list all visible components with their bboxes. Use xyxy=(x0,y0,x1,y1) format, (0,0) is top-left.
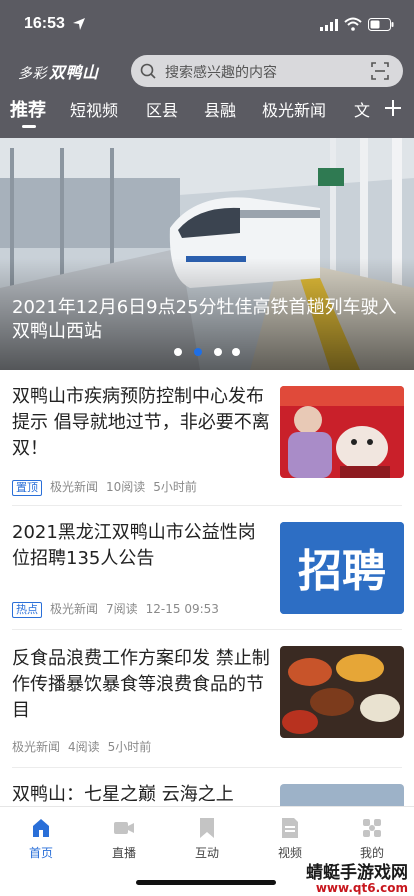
scan-icon[interactable] xyxy=(371,62,389,80)
news-thumbnail xyxy=(280,646,404,738)
carousel-dot[interactable] xyxy=(174,348,182,356)
nav-profile[interactable]: 我的 xyxy=(342,817,402,861)
news-reads: 4阅读 xyxy=(68,740,100,754)
news-meta: 置顶 极光新闻 10阅读 5小时前 xyxy=(12,478,205,496)
news-source: 极光新闻 xyxy=(12,740,61,754)
news-source: 极光新闻 xyxy=(50,480,99,494)
location-arrow-icon xyxy=(73,18,85,30)
news-reads: 7阅读 xyxy=(106,602,138,616)
news-title: 双鸭山市疾病预防控制中心发布提示 倡导就地过节，非必要不离双！ xyxy=(12,386,270,459)
tab-county-media[interactable]: 县融 xyxy=(204,97,236,121)
status-time: 16:53 xyxy=(24,15,65,32)
thumbnail-text: 招聘 xyxy=(298,546,386,597)
brand-name: 双鸭山 xyxy=(49,63,99,82)
status-bar: 16:53 xyxy=(0,0,414,50)
tab-aurora-news[interactable]: 极光新闻 xyxy=(262,97,326,121)
add-channel-icon[interactable] xyxy=(383,98,403,118)
news-item[interactable]: 反食品浪费工作方案印发 禁止制作传播暴饮暴食等浪费食品的节目 极光新闻 4阅读 5小… xyxy=(0,630,414,768)
active-tab-indicator xyxy=(22,125,36,128)
search-placeholder: 搜索感兴趣的内容 xyxy=(165,65,277,81)
brand-prefix: 多彩 xyxy=(18,66,47,82)
carousel-dot[interactable] xyxy=(214,348,222,356)
wifi-icon xyxy=(344,17,362,31)
video-doc-icon xyxy=(282,818,298,838)
news-thumbnail xyxy=(280,784,404,806)
app-logo: 多彩 双鸭山 xyxy=(18,59,99,83)
home-indicator[interactable] xyxy=(136,880,276,885)
banner-title: 2021年12月6日9点25分牡佳高铁首趟列车驶入双鸭山西站 xyxy=(12,297,397,342)
nav-video[interactable]: 视频 xyxy=(260,817,320,861)
cellular-signal-icon xyxy=(320,19,338,31)
headline-banner[interactable]: 2021年12月6日9点25分牡佳高铁首趟列车驶入双鸭山西站 xyxy=(0,138,414,370)
news-time: 12-15 09:53 xyxy=(145,602,219,616)
nav-label: 首页 xyxy=(28,846,53,860)
news-meta: 极光新闻 4阅读 5小时前 xyxy=(12,738,159,755)
carousel-dot[interactable] xyxy=(232,348,240,356)
app-header: 多彩 双鸭山 搜索感兴趣的内容 推荐 短视频 区县 县融 极光新闻 文 xyxy=(0,50,414,138)
battery-icon xyxy=(368,18,394,31)
tab-districts[interactable]: 区县 xyxy=(146,97,178,121)
bookmark-icon xyxy=(200,818,214,838)
carousel-dot-active[interactable] xyxy=(194,348,202,356)
watermark-url: www.qt6.com xyxy=(315,881,408,895)
news-meta: 热点 极光新闻 7阅读 12-15 09:53 xyxy=(12,600,227,618)
watermark-name: 蜻蜓手游戏网 xyxy=(306,863,408,883)
search-bar[interactable]: 搜索感兴趣的内容 xyxy=(131,55,403,87)
news-time: 5小时前 xyxy=(153,480,197,494)
nav-label: 直播 xyxy=(111,846,136,860)
news-source: 极光新闻 xyxy=(50,602,99,616)
carousel-dots xyxy=(172,348,242,358)
nav-label: 互动 xyxy=(194,846,219,860)
site-watermark: 蜻蜓手游戏网 www.qt6.com xyxy=(306,858,408,895)
news-thumbnail xyxy=(280,386,404,478)
news-item[interactable]: 双鸭山：七星之巅 云海之上 xyxy=(0,768,414,806)
nav-home[interactable]: 首页 xyxy=(11,817,71,861)
news-title: 2021黑龙江双鸭山市公益性岗位招聘135人公告 xyxy=(12,522,256,569)
tab-short-video[interactable]: 短视频 xyxy=(70,97,118,121)
home-icon xyxy=(33,819,49,837)
news-item[interactable]: 双鸭山市疾病预防控制中心发布提示 倡导就地过节，非必要不离双！ 置顶 极光新闻 10… xyxy=(0,370,414,506)
tab-culture[interactable]: 文 xyxy=(354,97,370,121)
nav-live[interactable]: 直播 xyxy=(94,817,154,861)
pinned-badge: 置顶 xyxy=(12,480,42,496)
live-camera-icon xyxy=(114,822,134,834)
news-item[interactable]: 2021黑龙江双鸭山市公益性岗位招聘135人公告 热点 极光新闻 7阅读 12-15 … xyxy=(0,506,414,630)
nav-interact[interactable]: 互动 xyxy=(177,817,237,861)
news-thumbnail: 招聘 xyxy=(280,522,404,614)
category-tabs: 推荐 短视频 区县 县融 极光新闻 文 xyxy=(0,96,414,134)
news-title: 反食品浪费工作方案印发 禁止制作传播暴饮暴食等浪费食品的节目 xyxy=(12,648,270,721)
news-reads: 10阅读 xyxy=(106,480,146,494)
profile-icon xyxy=(363,819,381,837)
tab-recommend[interactable]: 推荐 xyxy=(10,96,46,122)
search-icon xyxy=(140,63,156,79)
hot-badge: 热点 xyxy=(12,602,42,618)
news-time: 5小时前 xyxy=(107,740,152,754)
news-title: 双鸭山：七星之巅 云海之上 xyxy=(12,784,234,805)
